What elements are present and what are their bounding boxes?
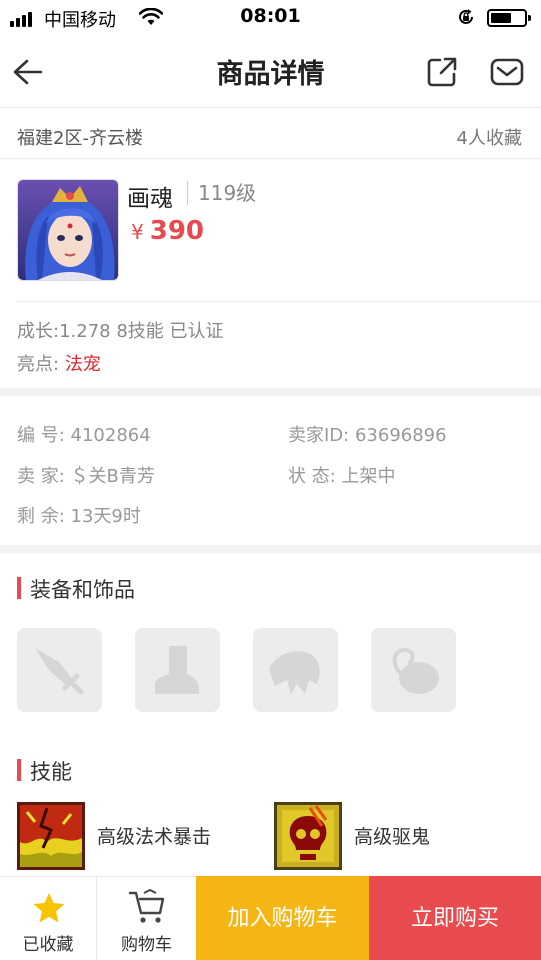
cart-label: 购物车 [121, 935, 172, 955]
magic-crit-icon[interactable] [17, 802, 85, 870]
section-gap [0, 388, 541, 396]
ghost-skull-icon[interactable] [274, 802, 342, 870]
status-value: 上架中 [341, 466, 396, 487]
seller-id-label: 卖家ID: [288, 425, 350, 446]
weapon-icon [35, 648, 84, 695]
currency-symbol: ¥ [131, 220, 144, 244]
favorite-label: 已收藏 [22, 935, 74, 955]
divider [17, 301, 541, 302]
buy-now-button[interactable]: 立即购买 [369, 876, 541, 960]
cart-button[interactable]: 购物车 [97, 877, 196, 960]
equipment-slot-hat[interactable] [253, 628, 338, 712]
serial-info: 编 号: 4102864 [17, 421, 151, 447]
star-icon [33, 893, 65, 923]
highlight-info: 亮点: 法宠 [17, 350, 101, 376]
page-title: 商品详情 [216, 59, 325, 90]
server-row: 福建2区-齐云楼 4人收藏 [0, 109, 541, 159]
server-name: 福建2区-齐云楼 [17, 128, 143, 149]
seller-id-value: 63696896 [354, 425, 447, 446]
item-level: 119级 [187, 181, 256, 205]
cart-icon [128, 889, 165, 923]
price-value: 390 [149, 216, 205, 246]
equipment-slot-weapon[interactable] [17, 628, 102, 712]
remaining-info: 剩 余: 13天9时 [17, 502, 141, 528]
status-info: 状 态: 上架中 [288, 462, 396, 488]
seller-label: 卖 家: [17, 466, 65, 487]
seller-value: ＄关B青芳 [70, 466, 155, 487]
serial-value: 4102864 [70, 425, 151, 446]
highlight-label: 亮点: [17, 354, 60, 375]
equipment-section-title: 装备和饰品 [17, 574, 135, 604]
favorites-count: 4人收藏 [456, 128, 522, 149]
remaining-value: 13天9时 [70, 506, 141, 527]
skills-section-title: 技能 [17, 756, 72, 786]
item-price: ¥390 [131, 216, 204, 246]
accessory-icon [392, 647, 439, 694]
character-avatar[interactable] [17, 179, 119, 281]
mail-icon[interactable] [489, 56, 525, 88]
status-label: 状 态: [288, 466, 336, 487]
skill-name: 高级驱鬼 [354, 826, 431, 848]
skill-name: 高级法术暴击 [97, 826, 212, 848]
add-to-cart-button[interactable]: 加入购物车 [196, 876, 369, 960]
hat-icon [269, 651, 320, 694]
battery-icon [487, 9, 531, 27]
equipment-slot-boots[interactable] [135, 628, 220, 712]
rotation-lock-icon [459, 9, 473, 24]
boot-icon [155, 646, 199, 694]
status-bar: 中国移动 08:01 [0, 0, 541, 36]
bottom-action-bar: 已收藏 购物车 加入购物车 立即购买 [0, 876, 541, 960]
section-gap [0, 545, 541, 553]
highlight-value: 法宠 [64, 354, 101, 375]
favorite-button[interactable]: 已收藏 [0, 877, 97, 960]
nav-bar: 商品详情 [0, 36, 541, 108]
share-icon[interactable] [425, 55, 459, 89]
serial-label: 编 号: [17, 425, 65, 446]
remaining-label: 剩 余: [17, 506, 65, 527]
seller-id-info: 卖家ID: 63696896 [288, 421, 447, 447]
equipment-slot-accessory[interactable] [371, 628, 456, 712]
item-name: 画魂 [127, 186, 173, 212]
growth-info: 成长:1.278 8技能 已认证 [17, 321, 224, 342]
seller-info: 卖 家: ＄关B青芳 [17, 462, 155, 488]
